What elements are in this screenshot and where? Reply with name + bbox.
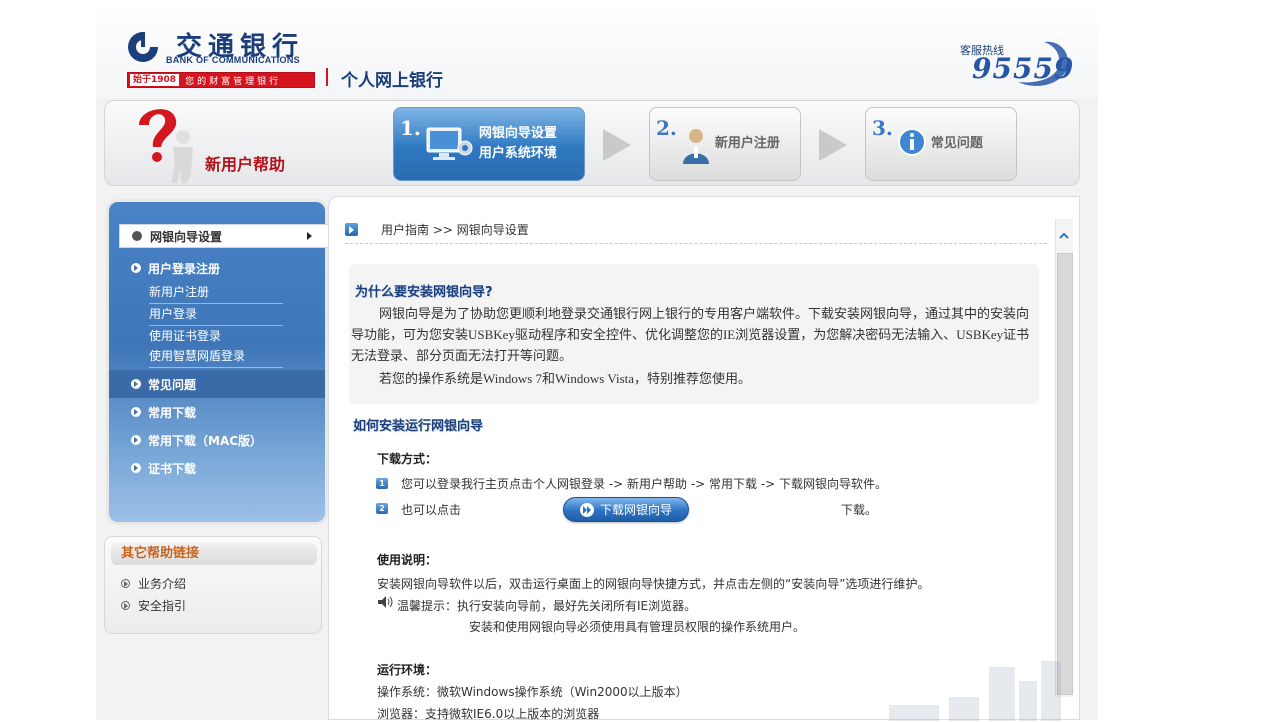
- sidebar-subitem-shield-login[interactable]: 使用智慧网盾登录: [149, 346, 283, 368]
- why-install-recommend: 若您的操作系统是Windows 7和Windows Vista，特别推荐您使用。: [379, 371, 752, 386]
- download-heading: 下载方式：: [377, 452, 438, 466]
- slogan-text: 您的财富管理银行: [185, 76, 282, 87]
- number-2-icon: 2: [376, 503, 388, 514]
- number-1-icon: 1: [376, 478, 388, 489]
- download-instruction-2-prefix: 也可以点击: [401, 503, 462, 517]
- arrow-right-icon: [819, 129, 847, 161]
- breadcrumb-divider: [345, 243, 1047, 244]
- step-number: 3.: [872, 116, 893, 140]
- user-icon: [682, 129, 709, 164]
- sidebar-item-label: 常用下载（MAC版）: [148, 433, 263, 448]
- arrow-right-icon: [603, 129, 631, 161]
- environment-browser: 浏览器：支持微软IE6.0以上版本的浏览器: [377, 707, 600, 721]
- step-number: 1.: [400, 116, 421, 140]
- sidebar-item-downloads[interactable]: 常用下载: [109, 398, 325, 426]
- page: 交通银行 BANK OF COMMUNICATIONS 始于1908 您的财富管…: [96, 0, 1098, 721]
- usage-heading: 使用说明：: [377, 553, 438, 567]
- scroll-thumb[interactable]: [1057, 253, 1073, 695]
- help-title: 新用户帮助: [205, 155, 286, 174]
- info-icon: [897, 128, 926, 156]
- help-link-security[interactable]: 安全指引: [121, 597, 186, 614]
- bullet-icon: [121, 579, 130, 588]
- computer-settings-icon: [426, 127, 473, 160]
- tip-line-1: 温馨提示：执行安装向导前，最好先关闭所有IE浏览器。: [397, 599, 697, 613]
- download-guide-button[interactable]: 下载网银向导: [563, 497, 689, 522]
- sidebar-item-downloads-mac[interactable]: 常用下载（MAC版）: [109, 426, 325, 454]
- speaker-icon: [378, 596, 393, 608]
- arrow-right-icon: [307, 232, 312, 240]
- bank-logo-icon: [128, 32, 158, 62]
- how-install-title: 如何安装运行网银向导: [353, 419, 484, 434]
- step-label: 常见问题: [930, 136, 983, 151]
- sidebar-subitem-new-user[interactable]: 新用户注册: [149, 282, 283, 304]
- sidebar-item-login-register[interactable]: 用户登录注册: [109, 254, 325, 282]
- bullet-icon: [131, 379, 141, 389]
- slogan: 始于1908 您的财富管理银行: [127, 72, 315, 88]
- step-2-new-user-register[interactable]: 2. 新用户注册: [649, 107, 801, 181]
- bullet-icon: [131, 407, 141, 417]
- sidebar-item-faq[interactable]: 常见问题: [109, 370, 325, 398]
- sidebar-item-label: 常见问题: [148, 377, 197, 392]
- sidebar-nav: 网银向导设置 用户登录注册 新用户注册 用户登录 使用证书登录 使用智慧网盾登录…: [106, 199, 329, 525]
- step-label-sub: 用户系统环境: [478, 146, 557, 161]
- product-title: 个人网上银行: [341, 71, 443, 91]
- step-label: 新用户注册: [714, 136, 780, 151]
- step-1-labels: 网银向导设置 用户系统环境: [479, 124, 557, 164]
- bullet-icon: [131, 463, 141, 473]
- chevron-up-icon[interactable]: [1059, 231, 1069, 241]
- sidebar-item-cert-download[interactable]: 证书下载: [109, 454, 325, 482]
- step-number: 2.: [656, 116, 677, 140]
- help-link-label: 业务介绍: [138, 577, 187, 591]
- header: 交通银行 BANK OF COMMUNICATIONS 始于1908 您的财富管…: [96, 0, 1098, 98]
- sidebar-subitem-user-login[interactable]: 用户登录: [149, 304, 283, 326]
- scrollbar[interactable]: [1055, 219, 1073, 697]
- usage-instruction: 安装网银向导软件以后，双击运行桌面上的网银向导快捷方式，并点击左侧的“安装向导”…: [377, 577, 930, 591]
- help-link-label: 安全指引: [138, 599, 187, 613]
- help-links-title: 其它帮助链接: [111, 543, 317, 565]
- sidebar-item-label: 用户登录注册: [148, 261, 221, 276]
- help-link-business[interactable]: 业务介绍: [121, 575, 186, 592]
- step-1-guide-setup[interactable]: 1. 网银向导设置 用户系统环境: [393, 107, 585, 181]
- fast-forward-icon: [579, 502, 594, 517]
- sidebar-item-guide-setup[interactable]: 网银向导设置: [119, 224, 329, 248]
- help-links-panel: 其它帮助链接 业务介绍 安全指引: [104, 536, 322, 634]
- environment-os: 操作系统：微软Windows操作系统（Win2000以上版本）: [377, 685, 688, 699]
- download-instruction-1: 您可以登录我行主页点击个人网银登录 -> 新用户帮助 -> 常用下载 -> 下载…: [401, 477, 888, 491]
- bullet-icon: [132, 231, 142, 241]
- download-instruction-2-suffix: 下载。: [841, 503, 878, 517]
- step-3-faq[interactable]: 3. 常见问题: [865, 107, 1017, 181]
- sidebar-item-label: 网银向导设置: [150, 229, 223, 244]
- main-content: 用户指南 >> 网银向导设置 为什么要安装网银向导? 网银向导是为了协助您更顺利…: [328, 196, 1080, 721]
- city-skyline-decoration: [889, 661, 1061, 721]
- question-mark-icon: [139, 109, 193, 183]
- environment-heading: 运行环境：: [377, 663, 438, 677]
- tip-line-2: 安装和使用网银向导必须使用具有管理员权限的操作系统用户。: [469, 620, 806, 634]
- breadcrumb: 用户指南 >> 网银向导设置: [381, 223, 529, 237]
- breadcrumb-arrow-icon: [345, 223, 358, 236]
- sidebar-item-label: 常用下载: [148, 405, 197, 420]
- sidebar-item-label: 证书下载: [148, 461, 197, 476]
- why-install-title: 为什么要安装网银向导?: [355, 285, 493, 300]
- download-guide-button-label: 下载网银向导: [599, 503, 672, 517]
- why-install-paragraph: 网银向导是为了协助您更顺利地登录交通银行网上银行的专用客户端软件。下载安装网银向…: [351, 306, 1030, 363]
- sidebar-subitem-cert-login[interactable]: 使用证书登录: [149, 326, 283, 348]
- bullet-icon: [131, 263, 141, 273]
- bullet-icon: [131, 435, 141, 445]
- header-divider: [326, 68, 328, 86]
- hotline-number: 95559: [972, 52, 1075, 85]
- step-label: 网银向导设置: [478, 126, 557, 141]
- bank-name-en: BANK OF COMMUNICATIONS: [166, 55, 300, 65]
- bullet-icon: [121, 601, 130, 610]
- steps-bar: 新用户帮助 1. 网银向导设置 用户系统环境 2. 新用户注册 3. 常见问题: [104, 100, 1080, 186]
- slogan-year: 始于1908: [130, 74, 180, 86]
